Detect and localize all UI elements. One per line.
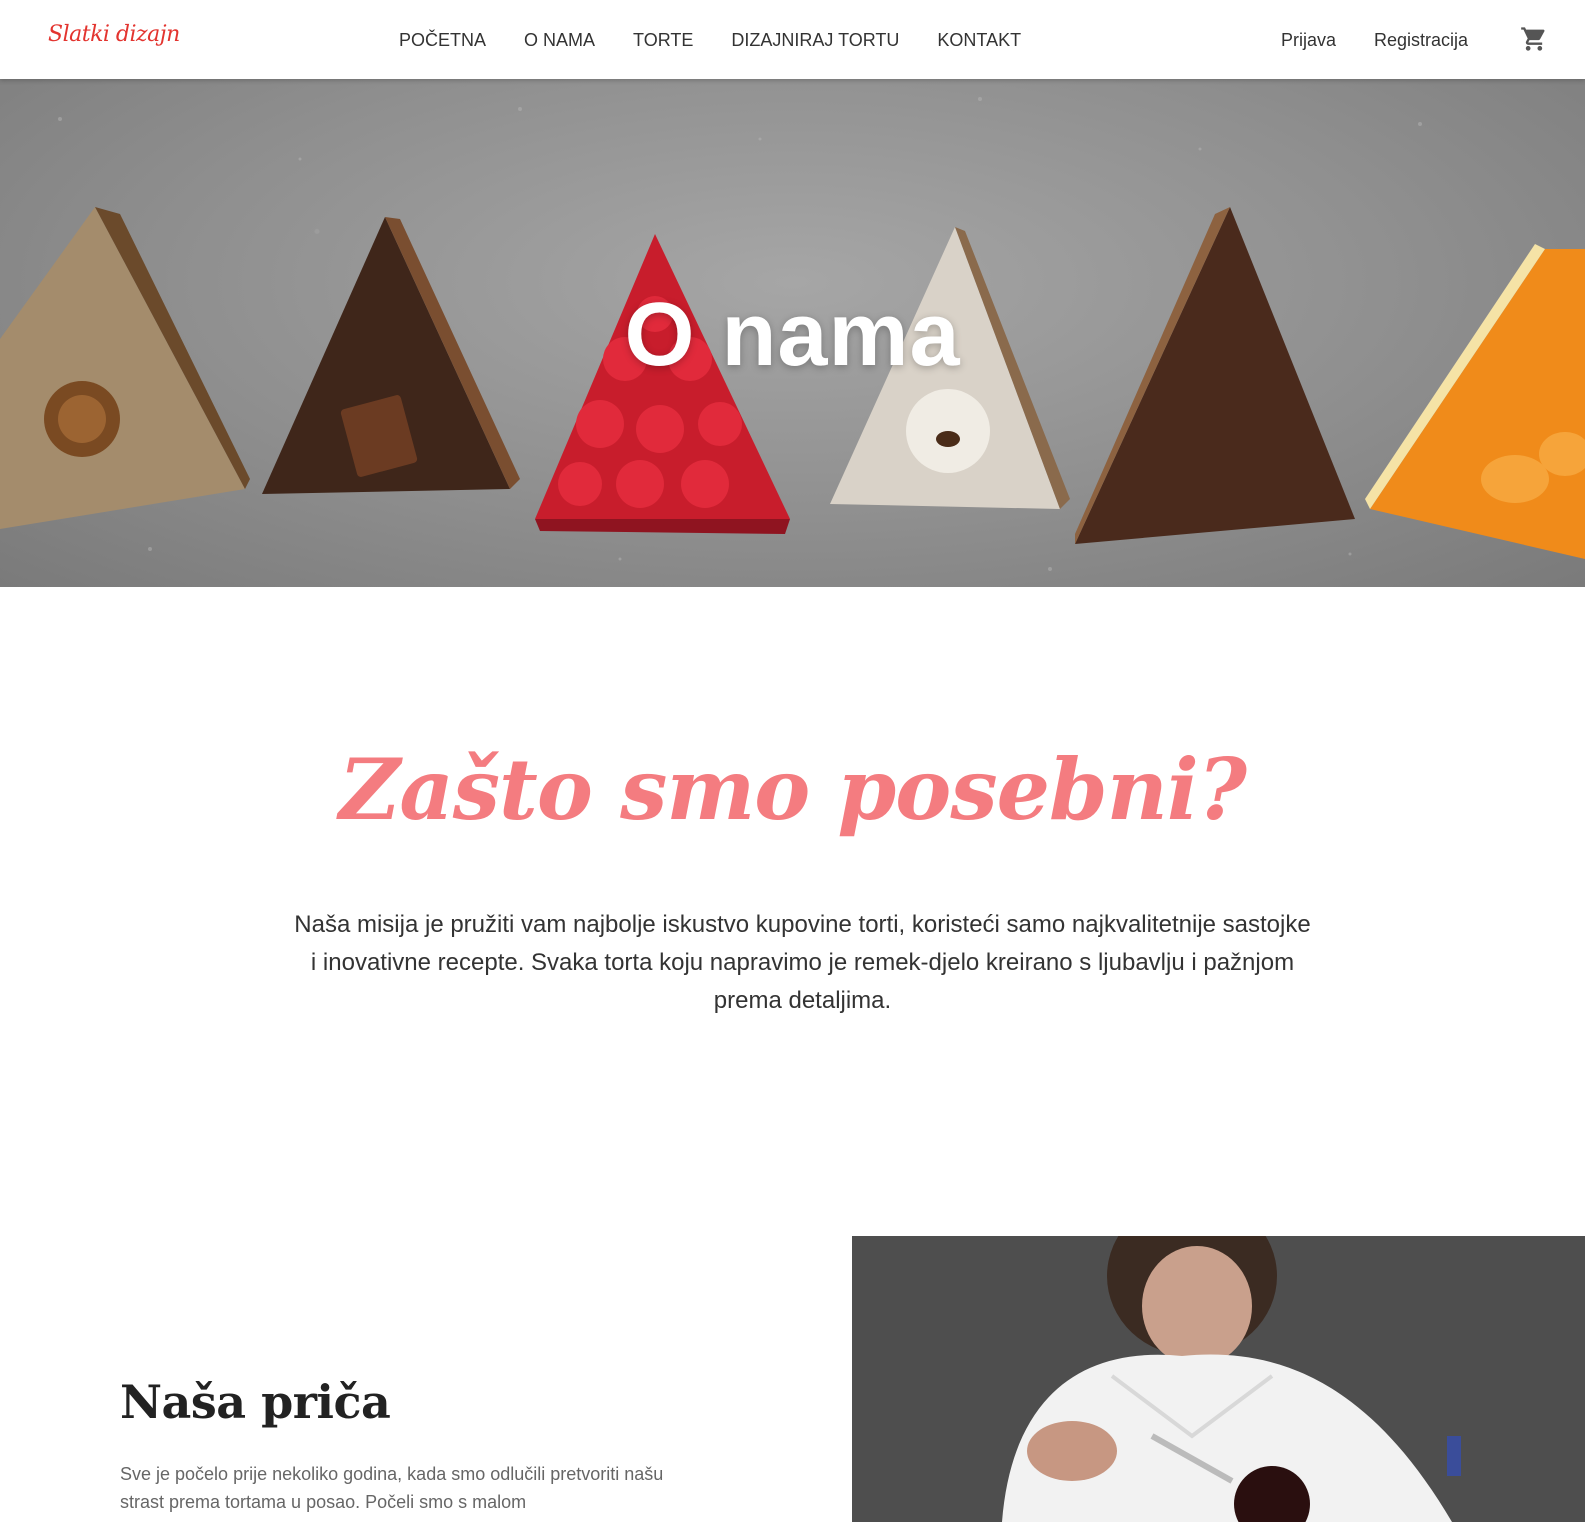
nav-link-o-nama[interactable]: O NAMA bbox=[524, 30, 595, 51]
nav-link-torte[interactable]: TORTE bbox=[633, 30, 693, 51]
site-header: Slatki dizajn POČETNA O NAMA TORTE DIZAJ… bbox=[0, 0, 1585, 79]
page-title: O nama bbox=[624, 285, 961, 385]
auth-links: Prijava Registracija bbox=[1281, 30, 1468, 51]
nav-link-kontakt[interactable]: KONTAKT bbox=[937, 30, 1021, 51]
register-link[interactable]: Registracija bbox=[1374, 30, 1468, 51]
pastry-chef-image bbox=[852, 1236, 1585, 1522]
hero-banner: O nama bbox=[0, 79, 1585, 587]
login-link[interactable]: Prijava bbox=[1281, 30, 1336, 51]
story-heading: Naša priča bbox=[120, 1375, 391, 1429]
nav-link-pocetna[interactable]: POČETNA bbox=[399, 30, 486, 51]
shopping-cart-icon[interactable] bbox=[1520, 25, 1548, 53]
main-nav: POČETNA O NAMA TORTE DIZAJNIRAJ TORTU KO… bbox=[399, 30, 1021, 51]
chef-photo bbox=[852, 1236, 1585, 1522]
mission-heading: Zašto smo posebni? bbox=[339, 740, 1247, 839]
nav-link-dizajniraj-tortu[interactable]: DIZAJNIRAJ TORTU bbox=[731, 30, 899, 51]
story-text: Sve je počelo prije nekoliko godina, kad… bbox=[120, 1464, 664, 1512]
site-logo[interactable]: Slatki dizajn bbox=[48, 22, 180, 47]
mission-text: Naša misija je pružiti vam najbolje isku… bbox=[294, 911, 1311, 1014]
